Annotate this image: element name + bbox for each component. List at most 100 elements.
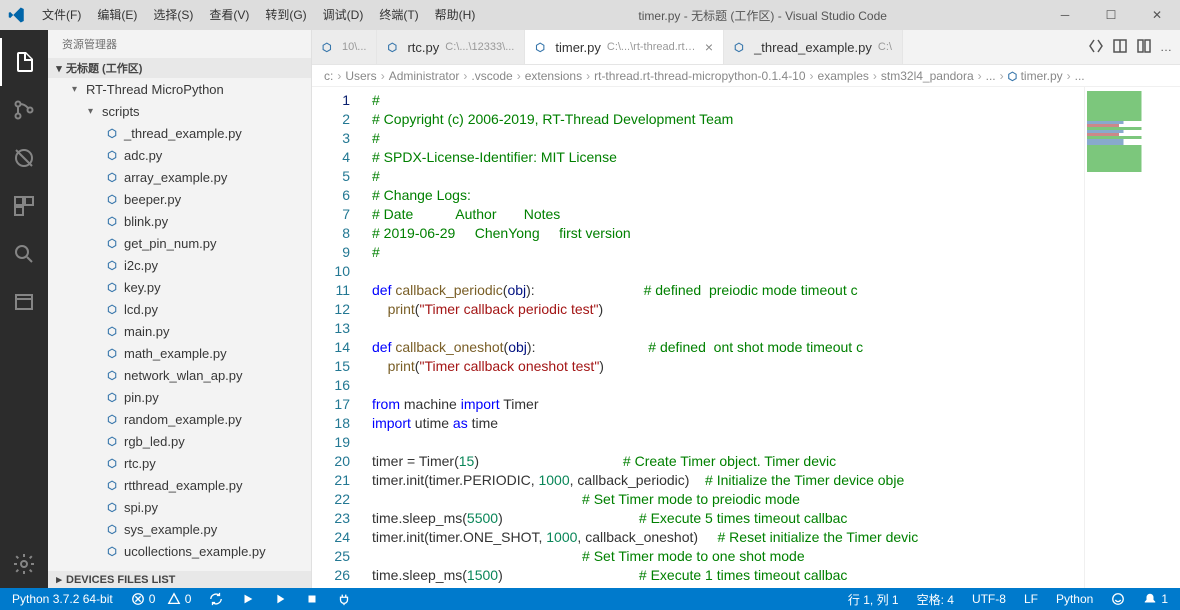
file-item[interactable]: ⬡main.py bbox=[48, 320, 311, 342]
python-file-icon: ⬡ bbox=[104, 411, 120, 427]
workspace-header[interactable]: ▾无标题 (工作区) bbox=[48, 58, 311, 78]
file-item[interactable]: ⬡ucollections_example.py bbox=[48, 540, 311, 562]
file-item[interactable]: ⬡spi.py bbox=[48, 496, 311, 518]
file-item[interactable]: ⬡rgb_led.py bbox=[48, 430, 311, 452]
python-file-icon: ⬡ bbox=[535, 41, 549, 54]
status-spaces[interactable]: 空格: 4 bbox=[913, 591, 958, 608]
source-control-icon[interactable] bbox=[0, 86, 48, 134]
editor-tab[interactable]: ⬡timer.pyC:\...\rt-thread.rt-thread-micr… bbox=[525, 30, 724, 64]
python-file-icon: ⬡ bbox=[104, 521, 120, 537]
devices-section[interactable]: ▸DEVICES FILES LIST bbox=[48, 571, 311, 588]
maximize-button[interactable]: ☐ bbox=[1088, 0, 1134, 30]
breadcrumb-item[interactable]: ... bbox=[1075, 69, 1085, 83]
editor-tab[interactable]: ⬡10\... bbox=[312, 30, 377, 64]
breadcrumb-item[interactable]: Users bbox=[345, 69, 376, 83]
breadcrumb-item[interactable]: ⬡ timer.py bbox=[1008, 69, 1063, 83]
output-icon[interactable] bbox=[0, 278, 48, 326]
file-item[interactable]: ⬡random_example.py bbox=[48, 408, 311, 430]
line-gutter: 1234567891011121314151617181920212223242… bbox=[312, 87, 364, 588]
file-item[interactable]: ⬡get_pin_num.py bbox=[48, 232, 311, 254]
python-file-icon: ⬡ bbox=[104, 125, 120, 141]
extensions-icon[interactable] bbox=[0, 182, 48, 230]
code-editor[interactable]: ## Copyright (c) 2006-2019, RT-Thread De… bbox=[364, 87, 1084, 588]
minimap[interactable] bbox=[1084, 87, 1180, 588]
menu-item[interactable]: 查看(V) bbox=[201, 0, 257, 30]
status-notifications[interactable]: 1 bbox=[1139, 592, 1172, 606]
more-icon[interactable]: … bbox=[1160, 40, 1172, 54]
status-stop-icon[interactable] bbox=[301, 592, 323, 606]
status-feedback-icon[interactable] bbox=[1107, 592, 1129, 606]
status-bar: Python 3.7.2 64-bit 0 0 行 1, 列 1 空格: 4 U… bbox=[0, 588, 1180, 610]
python-file-icon: ⬡ bbox=[734, 41, 748, 54]
breadcrumb-item[interactable]: rt-thread.rt-thread-micropython-0.1.4-10 bbox=[594, 69, 805, 83]
file-item[interactable]: ⬡_thread_example.py bbox=[48, 122, 311, 144]
python-file-icon: ⬡ bbox=[104, 169, 120, 185]
breadcrumb-item[interactable]: examples bbox=[818, 69, 869, 83]
split-icon[interactable] bbox=[1112, 38, 1128, 57]
file-item[interactable]: ⬡blink.py bbox=[48, 210, 311, 232]
status-errors[interactable]: 0 0 bbox=[127, 592, 196, 606]
explorer-icon[interactable] bbox=[0, 38, 48, 86]
editor-tabs: ⬡10\...⬡rtc.pyC:\...\12333\...⬡timer.pyC… bbox=[312, 30, 1180, 65]
file-item[interactable]: ⬡pin.py bbox=[48, 386, 311, 408]
breadcrumb-item[interactable]: stm32l4_pandora bbox=[881, 69, 974, 83]
menu-item[interactable]: 调试(D) bbox=[315, 0, 372, 30]
breadcrumb-item[interactable]: extensions bbox=[525, 69, 582, 83]
python-file-icon: ⬡ bbox=[104, 279, 120, 295]
python-file-icon: ⬡ bbox=[104, 345, 120, 361]
python-file-icon: ⬡ bbox=[104, 433, 120, 449]
minimize-button[interactable]: ─ bbox=[1042, 0, 1088, 30]
file-item[interactable]: ⬡adc.py bbox=[48, 144, 311, 166]
file-item[interactable]: ⬡array_example.py bbox=[48, 166, 311, 188]
file-item[interactable]: ⬡beeper.py bbox=[48, 188, 311, 210]
breadcrumb-item[interactable]: Administrator bbox=[389, 69, 460, 83]
file-item[interactable]: ⬡key.py bbox=[48, 276, 311, 298]
breadcrumb-item[interactable]: .vscode bbox=[471, 69, 512, 83]
status-plug-icon[interactable] bbox=[333, 592, 355, 606]
status-play-icon[interactable] bbox=[269, 592, 291, 606]
breadcrumb: c:›Users›Administrator›.vscode›extension… bbox=[312, 65, 1180, 87]
file-item[interactable]: ⬡network_wlan_ap.py bbox=[48, 364, 311, 386]
project-folder[interactable]: ▾RT-Thread MicroPython bbox=[48, 78, 311, 100]
menu-item[interactable]: 编辑(E) bbox=[89, 0, 145, 30]
file-item[interactable]: ⬡math_example.py bbox=[48, 342, 311, 364]
file-item[interactable]: ⬡i2c.py bbox=[48, 254, 311, 276]
status-run-icon[interactable] bbox=[237, 592, 259, 606]
compare-icon[interactable] bbox=[1088, 38, 1104, 57]
menu-item[interactable]: 转到(G) bbox=[257, 0, 314, 30]
menu-item[interactable]: 选择(S) bbox=[145, 0, 201, 30]
breadcrumb-item[interactable]: c: bbox=[324, 69, 333, 83]
status-language[interactable]: Python bbox=[1052, 592, 1097, 606]
menu-item[interactable]: 终端(T) bbox=[371, 0, 426, 30]
menu-item[interactable]: 帮助(H) bbox=[427, 0, 484, 30]
python-file-icon: ⬡ bbox=[104, 191, 120, 207]
window-title: timer.py - 无标题 (工作区) - Visual Studio Cod… bbox=[483, 7, 1042, 24]
python-file-icon: ⬡ bbox=[104, 455, 120, 471]
file-item[interactable]: ⬡lcd.py bbox=[48, 298, 311, 320]
editor-tab[interactable]: ⬡_thread_example.pyC:\ bbox=[724, 30, 903, 64]
breadcrumb-item[interactable]: ... bbox=[986, 69, 996, 83]
file-item[interactable]: ⬡sys_example.py bbox=[48, 518, 311, 540]
menu-item[interactable]: 文件(F) bbox=[34, 0, 89, 30]
status-eol[interactable]: LF bbox=[1020, 592, 1042, 606]
status-python[interactable]: Python 3.7.2 64-bit bbox=[8, 592, 117, 606]
python-file-icon: ⬡ bbox=[322, 41, 336, 54]
python-file-icon: ⬡ bbox=[104, 323, 120, 339]
search-icon[interactable] bbox=[0, 230, 48, 278]
status-encoding[interactable]: UTF-8 bbox=[968, 592, 1010, 606]
status-cursor[interactable]: 行 1, 列 1 bbox=[844, 591, 903, 608]
editor-tab[interactable]: ⬡rtc.pyC:\...\12333\... bbox=[377, 30, 525, 64]
editor-area: ⬡10\...⬡rtc.pyC:\...\12333\...⬡timer.pyC… bbox=[312, 30, 1180, 588]
settings-gear-icon[interactable] bbox=[0, 540, 48, 588]
debug-icon[interactable] bbox=[0, 134, 48, 182]
python-file-icon: ⬡ bbox=[104, 389, 120, 405]
status-sync-icon[interactable] bbox=[205, 592, 227, 606]
file-item[interactable]: ⬡rtc.py bbox=[48, 452, 311, 474]
close-tab-icon[interactable]: × bbox=[705, 39, 713, 55]
scripts-folder[interactable]: ▾scripts bbox=[48, 100, 311, 122]
file-item[interactable]: ⬡rtthread_example.py bbox=[48, 474, 311, 496]
activity-bar bbox=[0, 30, 48, 588]
layout-icon[interactable] bbox=[1136, 38, 1152, 57]
close-button[interactable]: ✕ bbox=[1134, 0, 1180, 30]
explorer-sidebar: 资源管理器 ▾无标题 (工作区) ▾RT-Thread MicroPython … bbox=[48, 30, 312, 588]
